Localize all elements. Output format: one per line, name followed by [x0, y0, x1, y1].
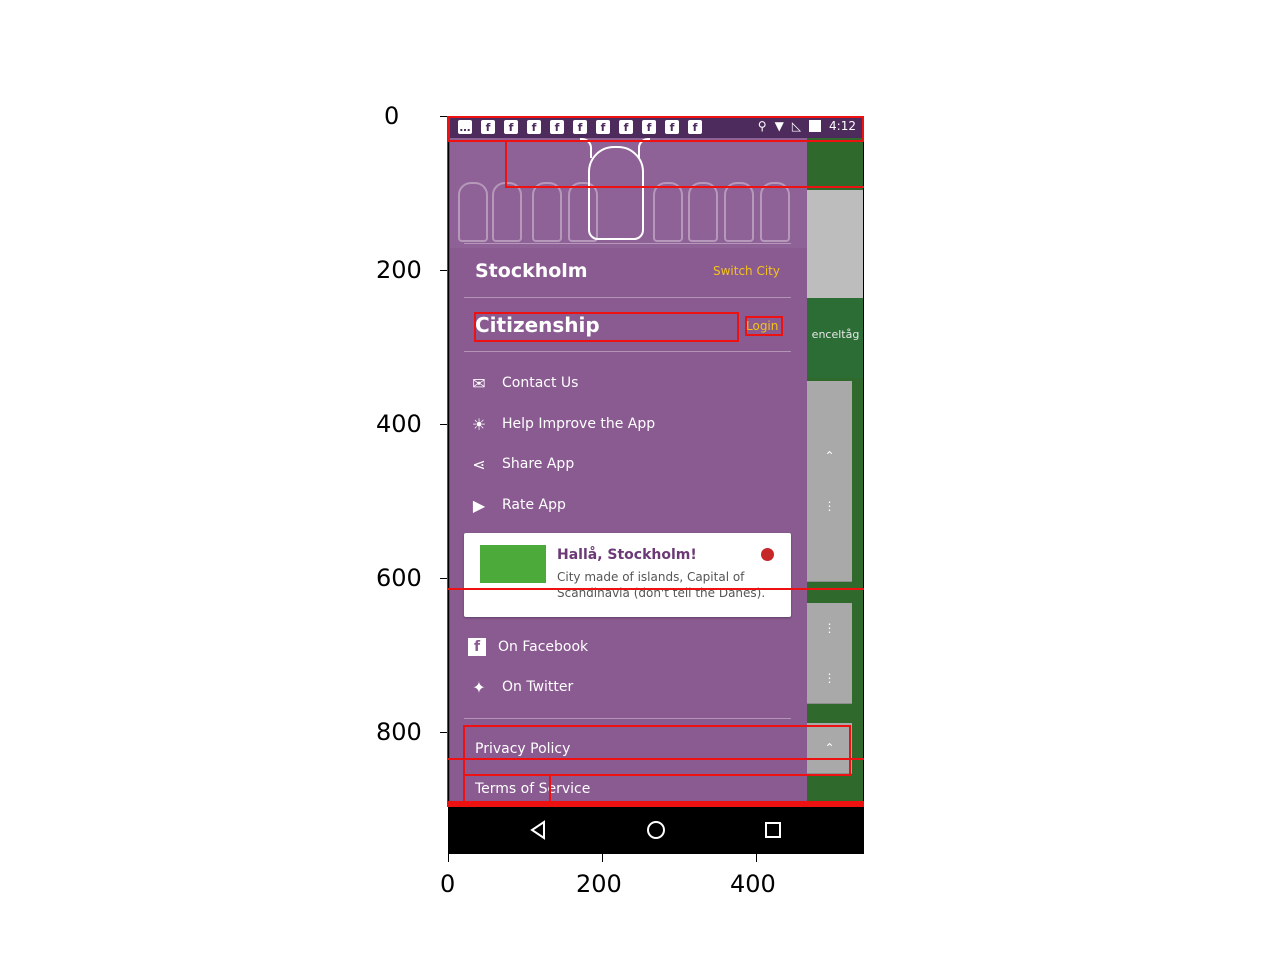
- y-tick-label-200: 200: [376, 256, 422, 284]
- recent-apps-icon[interactable]: [763, 820, 783, 840]
- status-bar: … f f f f f f f f f f ⚲ ▼ ◺ 4:12: [448, 116, 864, 138]
- drawer-header-illustration: [448, 138, 807, 248]
- character-illustration: [492, 182, 522, 242]
- city-promo-card[interactable]: Hallå, Stockholm! City made of islands, …: [464, 533, 791, 617]
- list-card[interactable]: ⌃: [807, 723, 852, 774]
- promo-thumbnail: [480, 545, 546, 583]
- privacy-policy-link[interactable]: Privacy Policy: [475, 741, 570, 757]
- facebook-icon: f: [596, 120, 610, 134]
- character-illustration: [532, 182, 562, 242]
- terms-of-service-link[interactable]: Terms of Service: [475, 781, 590, 797]
- x-tick-label-0: 0: [440, 870, 456, 898]
- divider: [464, 351, 791, 352]
- list-card[interactable]: [807, 381, 852, 432]
- location-icon: ⚲: [757, 119, 767, 133]
- facebook-icon: f: [688, 120, 702, 134]
- share-icon: ⋖: [472, 454, 486, 474]
- divider: [464, 297, 791, 298]
- facebook-icon: f: [665, 120, 679, 134]
- play-store-icon: ▶: [472, 495, 486, 515]
- login-button[interactable]: Login: [746, 319, 778, 333]
- y-tick-label-800: 800: [376, 718, 422, 746]
- facebook-icon: f: [619, 120, 633, 134]
- facebook-icon: f: [573, 120, 587, 134]
- navigation-drawer: Stockholm Switch City Citizenship Login …: [448, 138, 807, 806]
- x-tick: [448, 854, 449, 862]
- y-tick-label-600: 600: [376, 564, 422, 592]
- viking-mascot: [588, 146, 644, 240]
- list-card[interactable]: ⋮: [807, 603, 852, 654]
- list-card[interactable]: [807, 531, 852, 582]
- list-card[interactable]: ⋮: [807, 481, 852, 532]
- promo-description: City made of islands, Capital of Scandin…: [557, 570, 766, 600]
- menu-item-label: On Twitter: [502, 679, 574, 695]
- menu-item-twitter[interactable]: ✦ On Twitter: [468, 672, 573, 702]
- character-illustration: [760, 182, 790, 242]
- status-time: 4:12: [829, 119, 856, 133]
- switch-city-button[interactable]: Switch City: [713, 264, 780, 278]
- facebook-icon: f: [468, 638, 486, 656]
- train-tab[interactable]: enceltåg: [807, 298, 864, 378]
- y-tick: [440, 116, 448, 117]
- lightbulb-icon: ☀: [471, 414, 487, 434]
- peek-label: enceltåg: [811, 328, 860, 341]
- facebook-icon: f: [550, 120, 564, 134]
- signal-off-icon: ◺: [791, 119, 802, 133]
- menu-item-label: On Facebook: [498, 639, 589, 655]
- facebook-icon: f: [642, 120, 656, 134]
- menu-item-share-app[interactable]: ⋖ Share App: [468, 449, 574, 479]
- menu-item-label: Share App: [502, 456, 575, 472]
- notification-dot: [761, 548, 774, 561]
- y-tick: [440, 732, 448, 733]
- list-card[interactable]: ⌃: [807, 431, 852, 482]
- system-navigation-bar: [448, 806, 864, 854]
- menu-item-rate-app[interactable]: ▶ Rate App: [468, 490, 566, 520]
- y-tick-label-0: 0: [384, 102, 400, 130]
- divider: [464, 243, 791, 244]
- wifi-icon: ▼: [774, 119, 784, 133]
- menu-item-help-improve[interactable]: ☀ Help Improve the App: [468, 409, 655, 439]
- viking-horn: [638, 138, 650, 158]
- character-illustration: [458, 182, 488, 242]
- background-app: enceltåg ⌃ ⋮ ⋮ ⋮ ⌃: [807, 138, 864, 806]
- home-icon[interactable]: [646, 820, 666, 840]
- y-tick: [440, 270, 448, 271]
- facebook-icon: f: [481, 120, 495, 134]
- phone-screen: … f f f f f f f f f f ⚲ ▼ ◺ 4:12 enceltå…: [448, 116, 864, 854]
- y-tick-label-400: 400: [376, 410, 422, 438]
- character-illustration: [688, 182, 718, 242]
- x-tick: [602, 854, 603, 862]
- x-tick-label-400: 400: [730, 870, 776, 898]
- y-tick: [440, 424, 448, 425]
- twitter-icon: ✦: [472, 677, 486, 697]
- list-card[interactable]: ⋮: [807, 653, 852, 704]
- viking-horn: [580, 138, 592, 158]
- character-illustration: [724, 182, 754, 242]
- map-preview: [807, 190, 864, 298]
- menu-item-facebook[interactable]: f On Facebook: [468, 632, 588, 662]
- facebook-icon: f: [504, 120, 518, 134]
- x-tick-label-200: 200: [576, 870, 622, 898]
- divider: [464, 718, 791, 719]
- battery-charging-icon: [809, 120, 822, 132]
- menu-item-contact-us[interactable]: ✉ Contact Us: [468, 368, 578, 398]
- menu-item-label: Rate App: [502, 497, 566, 513]
- menu-item-label: Help Improve the App: [502, 416, 656, 432]
- character-illustration: [653, 182, 683, 242]
- promo-title: Hallå, Stockholm!: [557, 547, 697, 563]
- message-icon: …: [458, 120, 472, 134]
- facebook-icon: f: [527, 120, 541, 134]
- menu-item-label: Contact Us: [502, 375, 579, 391]
- mail-icon: ✉: [472, 373, 486, 393]
- x-tick: [756, 854, 757, 862]
- citizenship-heading: Citizenship: [475, 313, 600, 337]
- back-icon[interactable]: [529, 820, 549, 840]
- y-tick: [440, 578, 448, 579]
- city-name: Stockholm: [475, 260, 588, 282]
